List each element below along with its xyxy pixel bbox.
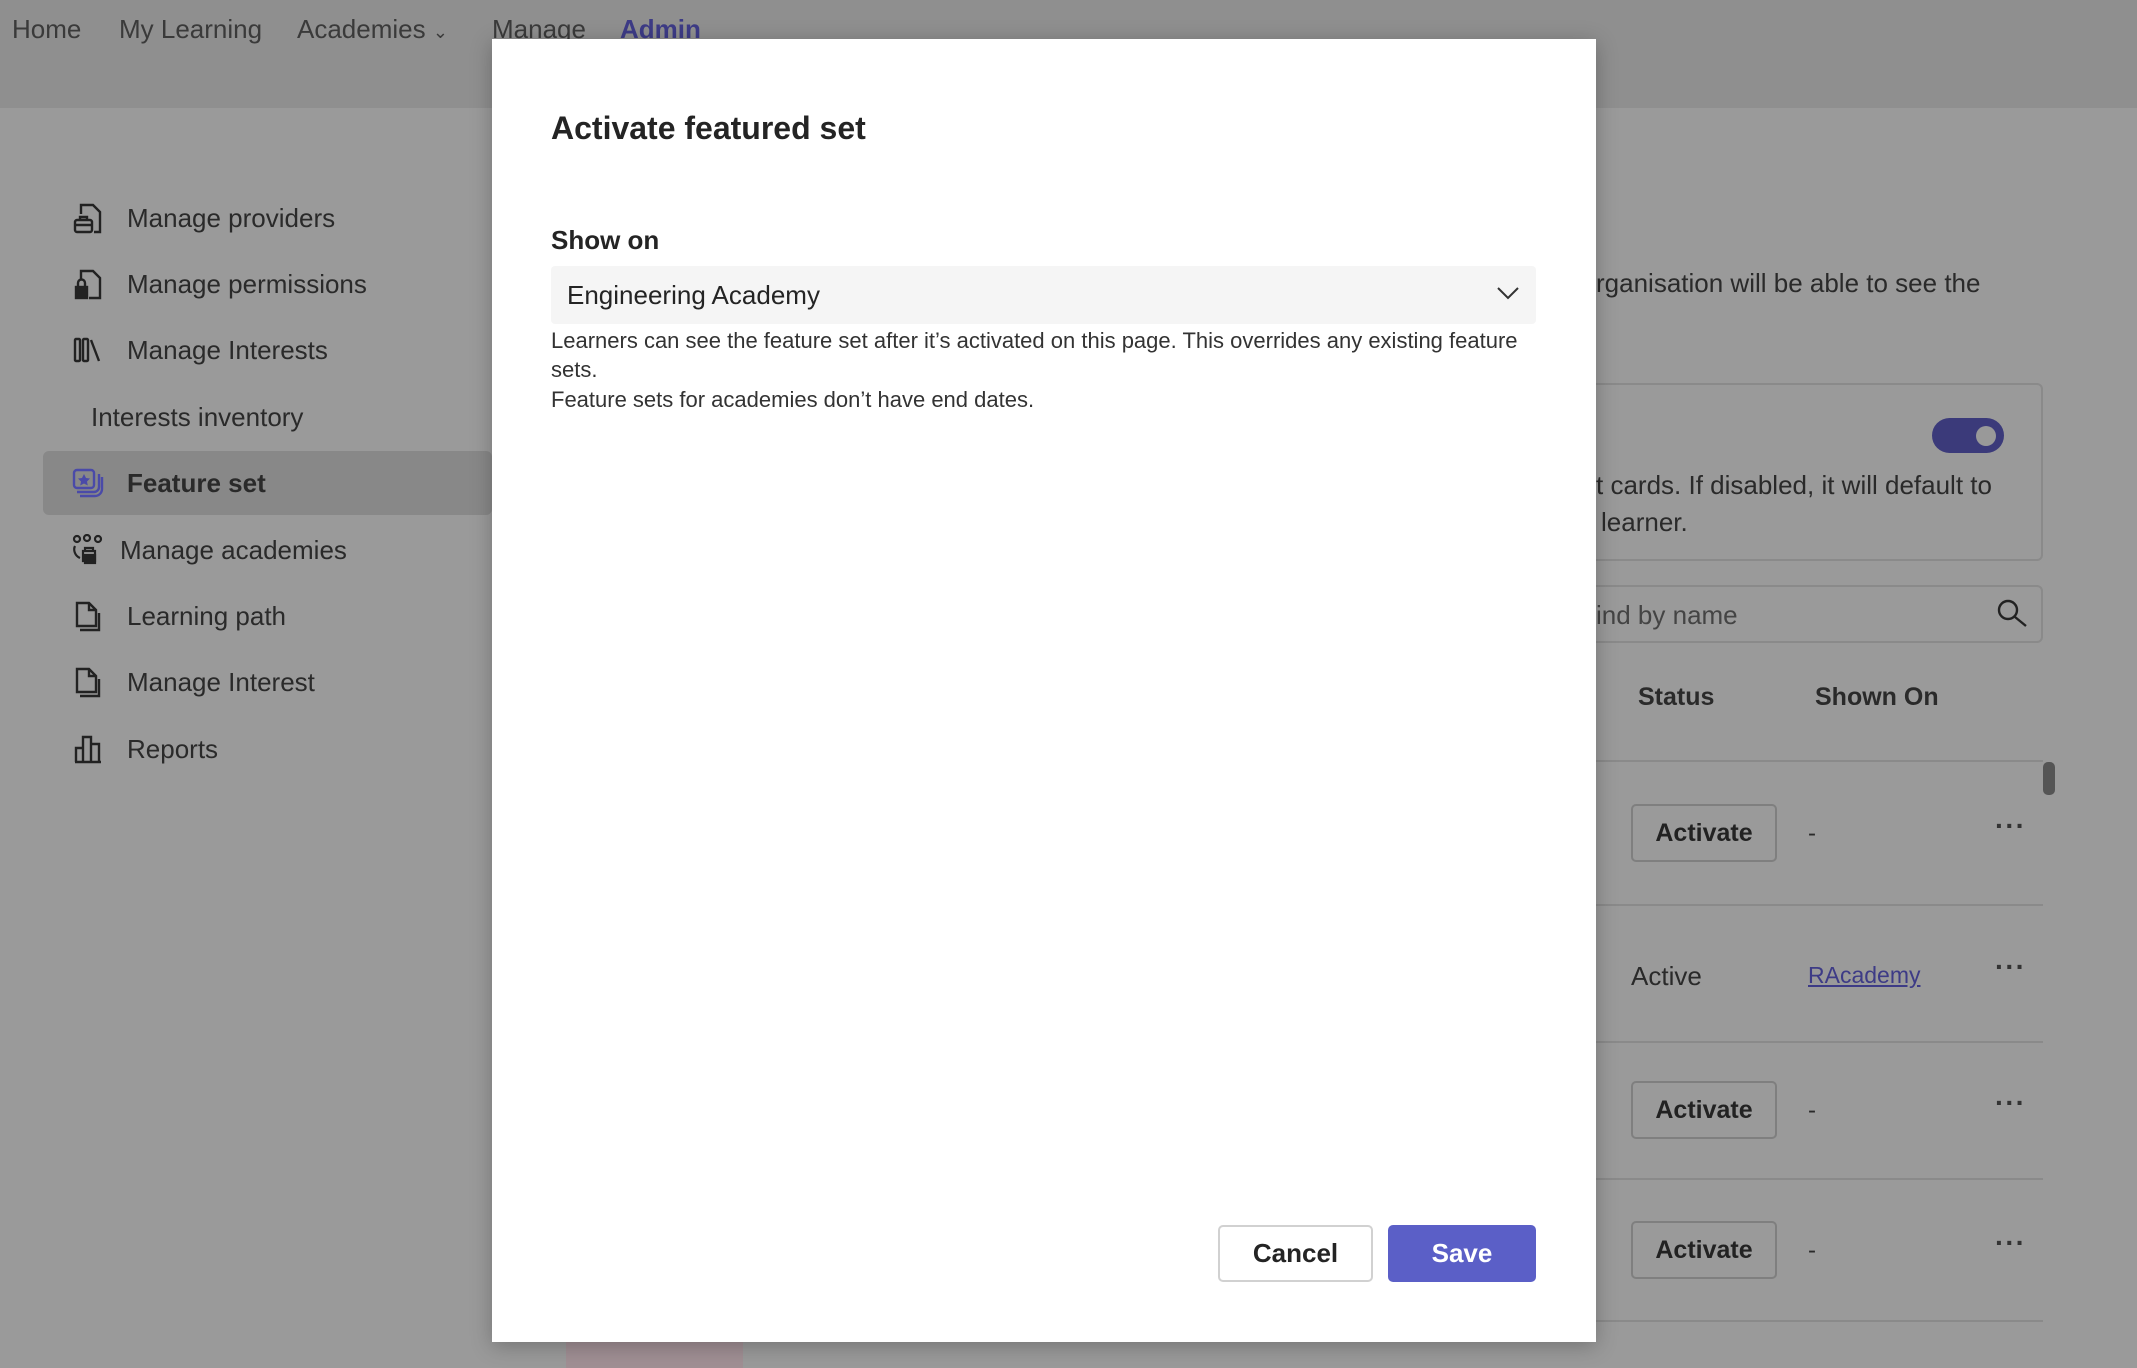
shown-on-value: - <box>1808 1237 1816 1264</box>
show-on-label: Show on <box>551 225 660 255</box>
column-header-status: Status <box>1638 683 1715 711</box>
sidebar-item-label: Manage academies <box>120 534 347 565</box>
chevron-down-icon: ⌄ <box>432 22 448 42</box>
more-options-button[interactable]: ··· <box>1995 1087 2026 1119</box>
dropdown-value: Engineering Academy <box>567 279 820 310</box>
sidebar-item-label: Manage permissions <box>127 268 367 299</box>
sidebar-item-label: Manage providers <box>127 202 336 233</box>
star-stack-icon <box>71 466 105 500</box>
nav-home[interactable]: Home <box>12 14 81 45</box>
lock-document-icon <box>71 267 105 301</box>
sidebar-item-feature-set[interactable]: Feature set <box>43 451 492 515</box>
more-options-button[interactable]: ··· <box>1995 1227 2026 1259</box>
more-options-button[interactable]: ··· <box>1995 951 2026 983</box>
nav-academies[interactable]: Academies ⌄ <box>297 14 448 45</box>
sidebar-item-manage-interests[interactable]: Manage Interests <box>43 318 492 382</box>
card-text: t cards. If disabled, it will default to <box>1596 470 1992 500</box>
bar-chart-icon <box>71 732 105 766</box>
feature-toggle[interactable] <box>1932 418 2004 453</box>
divider <box>1596 1041 2043 1043</box>
document-icon <box>71 665 105 699</box>
divider <box>1596 760 2043 762</box>
sidebar-item-manage-interest[interactable]: Manage Interest <box>43 650 492 714</box>
sidebar-item-label: Manage Interests <box>127 334 328 365</box>
search-placeholder: ind by name <box>1596 600 1738 630</box>
card-text: learner. <box>1601 507 1688 537</box>
divider <box>1596 1178 2043 1180</box>
sidebar-item-manage-academies[interactable]: Manage academies <box>43 518 492 582</box>
sidebar-item-learning-path[interactable]: Learning path <box>43 584 492 648</box>
chevron-down-icon <box>1496 286 1520 305</box>
thumbnail-image <box>566 1340 743 1368</box>
document-icon <box>71 599 105 633</box>
sidebar-item-interests-inventory[interactable]: Interests inventory <box>43 385 492 449</box>
people-group-icon <box>71 533 105 567</box>
activate-button[interactable]: Activate <box>1631 804 1777 862</box>
sidebar-item-label: Learning path <box>127 600 287 631</box>
sidebar-item-manage-providers[interactable]: Manage providers <box>43 186 492 250</box>
dialog-title: Activate featured set <box>551 110 866 146</box>
activate-button[interactable]: Activate <box>1631 1221 1777 1279</box>
show-on-dropdown[interactable]: Engineering Academy <box>551 266 1536 324</box>
sidebar-item-label: Interests inventory <box>91 401 304 432</box>
scrollbar-thumb[interactable] <box>2043 762 2055 795</box>
help-text-end-dates: Feature sets for academies don’t have en… <box>551 387 1035 412</box>
nav-my-learning[interactable]: My Learning <box>119 14 262 45</box>
library-icon <box>71 333 105 367</box>
provider-icon <box>71 201 105 235</box>
status-active: Active <box>1631 961 1702 991</box>
nav-academies-label: Academies <box>297 14 426 44</box>
more-options-button[interactable]: ··· <box>1995 810 2026 842</box>
shown-on-value: - <box>1808 820 1816 847</box>
divider <box>1596 1320 2043 1322</box>
sidebar-item-label: Feature set <box>127 467 266 498</box>
cancel-button[interactable]: Cancel <box>1218 1225 1373 1282</box>
save-button[interactable]: Save <box>1388 1225 1536 1282</box>
sidebar-item-reports[interactable]: Reports <box>43 717 492 781</box>
page-description: rganisation will be able to see the <box>1596 268 1981 298</box>
search-icon[interactable] <box>1996 598 2028 635</box>
column-header-shown-on: Shown On <box>1815 683 1939 711</box>
help-text: Learners can see the feature set after i… <box>551 328 1518 382</box>
shown-on-value: - <box>1808 1097 1816 1124</box>
sidebar-item-label: Manage Interest <box>127 666 315 697</box>
activate-button[interactable]: Activate <box>1631 1081 1777 1139</box>
shown-on-link[interactable]: RAcademy <box>1808 962 1920 989</box>
divider <box>1596 904 2043 906</box>
sidebar-item-label: Reports <box>127 733 219 764</box>
sidebar-item-manage-permissions[interactable]: Manage permissions <box>43 252 492 316</box>
